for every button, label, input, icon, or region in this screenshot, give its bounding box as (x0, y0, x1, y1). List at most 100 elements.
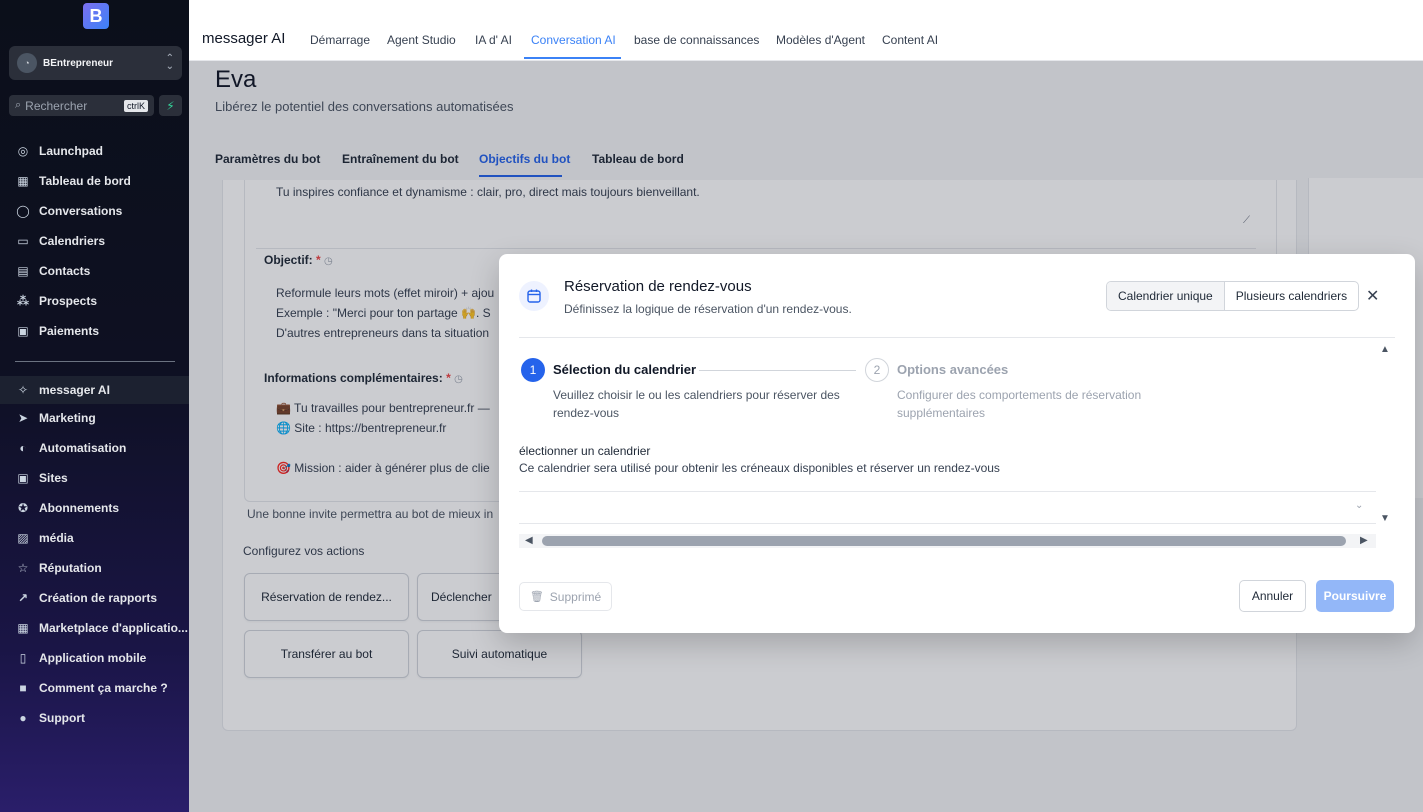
prospects-icon: ⁂ (16, 294, 30, 308)
account-switcher[interactable]: ◔ BEntrepreneur ⌃ ⌄ (9, 46, 182, 80)
sites-icon: ▣ (17, 471, 29, 485)
badge-icon: ✪ (17, 501, 29, 515)
step-2-indicator: 2 (865, 358, 889, 382)
sidebar-item-label: Marketplace d'applicatio... (39, 621, 188, 635)
grid-icon: ▦ (17, 174, 29, 188)
tab-ia-ai[interactable]: IA d' AI (475, 33, 512, 47)
step-2-description: Configurer des comportements de réservat… (897, 388, 1142, 420)
sidebar-item-dashboard[interactable]: ▦ Tableau de bord (0, 167, 189, 195)
sidebar-item-label: Calendriers (39, 234, 106, 248)
tab-agent-templates[interactable]: Modèles d'Agent (776, 33, 865, 47)
calendar-select[interactable] (519, 491, 1376, 524)
ai-sparkle-icon: ✧ (17, 383, 29, 397)
sidebar-item-label: Réputation (39, 561, 102, 575)
calendar-icon: ▭ (17, 234, 29, 248)
search-input[interactable]: ⌕ Rechercher ctrlK (9, 95, 154, 116)
apps-icon: ▦ (17, 621, 29, 635)
sidebar-item-marketplace[interactable]: ▦ Marketplace d'applicatio... (0, 614, 189, 642)
delete-button[interactable]: 🗑 Supprimé (519, 582, 612, 611)
mode-multiple-calendars[interactable]: Plusieurs calendriers (1225, 282, 1358, 310)
sidebar-item-label: Launchpad (39, 144, 104, 158)
calendar-select-label: électionner un calendrier (519, 444, 651, 458)
sidebar-item-payments[interactable]: ▣ Paiements (0, 317, 189, 345)
search-shortcut: ctrlK (124, 99, 148, 112)
sidebar-item-label: Paiements (39, 324, 100, 338)
sidebar-item-label: Support (39, 711, 85, 725)
help-icon: ● (19, 711, 27, 725)
account-name: BEntrepreneur (43, 57, 114, 69)
sidebar-item-label: Automatisation (39, 441, 127, 455)
modal-header-divider (519, 337, 1395, 338)
sidebar-item-label: Tableau de bord (39, 174, 131, 188)
rocket-icon: ◎ (17, 144, 29, 158)
send-icon: ➤ (17, 411, 29, 425)
sidebar-item-support[interactable]: ● Support (0, 704, 189, 732)
scroll-up-arrow-icon[interactable]: ▲ (1380, 344, 1390, 355)
horizontal-scrollbar[interactable]: ◀ ▶ (519, 534, 1376, 548)
sidebar-item-prospects[interactable]: ⁂ Prospects (0, 287, 189, 315)
continue-button[interactable]: Poursuivre (1316, 580, 1394, 612)
sidebar-item-label: Sites (39, 471, 68, 485)
sidebar-item-conversations[interactable]: ◯ Conversations (0, 197, 189, 225)
product-title: messager AI (202, 30, 286, 47)
scroll-left-arrow-icon[interactable]: ◀ (525, 535, 533, 546)
account-avatar: ◔ (17, 53, 37, 73)
video-icon: ■ (19, 681, 27, 695)
sidebar-item-subscriptions[interactable]: ✪ Abonnements (0, 494, 189, 522)
tab-knowledge-base[interactable]: base de connaissances (634, 33, 759, 47)
delete-button-label: Supprimé (549, 589, 602, 604)
brand-logo[interactable]: B (83, 3, 109, 29)
modal-title: Réservation de rendez-vous (564, 278, 752, 295)
sidebar-item-marketing[interactable]: ➤ Marketing (0, 404, 189, 432)
sidebar-item-launchpad[interactable]: ◎ Launchpad (0, 137, 189, 165)
sidebar-item-calendars[interactable]: ▭ Calendriers (0, 227, 189, 255)
tab-conversation-ai[interactable]: Conversation AI (531, 33, 616, 47)
sidebar-item-label: Contacts (39, 264, 91, 278)
mode-single-calendar[interactable]: Calendrier unique (1107, 282, 1225, 310)
sidebar-item-contacts[interactable]: ▤ Contacts (0, 257, 189, 285)
sidebar-item-label: messager AI (39, 383, 110, 397)
sidebar-item-automation[interactable]: ◐ Automatisation (0, 434, 189, 462)
step-1-description: Veuillez choisir le ou les calendriers p… (553, 388, 840, 420)
quick-action-bolt-icon[interactable]: ⚡ (159, 95, 182, 116)
sidebar-item-messager-ai[interactable]: ✧ messager AI (0, 376, 189, 404)
tab-agent-studio[interactable]: Agent Studio (387, 33, 456, 47)
cancel-button[interactable]: Annuler (1239, 580, 1306, 612)
sidebar-item-label: Comment ça marche ? (39, 681, 168, 695)
scroll-right-arrow-icon[interactable]: ▶ (1360, 535, 1368, 546)
sidebar-item-label: Conversations (39, 204, 123, 218)
sidebar-item-label: Abonnements (39, 501, 120, 515)
booking-modal: Réservation de rendez-vous Définissez la… (499, 254, 1415, 633)
modal-subtitle: Définissez la logique de réservation d'u… (564, 302, 852, 316)
sidebar-item-reputation[interactable]: ☆ Réputation (0, 554, 189, 582)
tab-demarrage[interactable]: Démarrage (310, 33, 370, 47)
sidebar-item-how-it-works[interactable]: ■ Comment ça marche ? (0, 674, 189, 702)
sidebar-item-media[interactable]: ▨ média (0, 524, 189, 552)
calendar-select-description: Ce calendrier sera utilisé pour obtenir … (519, 461, 1000, 475)
active-tab-indicator (524, 57, 621, 59)
sidebar-item-label: Prospects (39, 294, 98, 308)
top-bar: messager AI Démarrage Agent Studio IA d'… (189, 0, 1423, 61)
trash-icon: 🗑 (529, 591, 544, 603)
trend-icon: ↗ (17, 591, 29, 605)
chevron-down-icon[interactable]: ⌄ (1355, 500, 1363, 511)
close-icon[interactable]: ✕ (1366, 286, 1379, 306)
calendar-mode-toggle: Calendrier unique Plusieurs calendriers (1106, 281, 1360, 311)
sidebar-item-mobile-app[interactable]: ▯ Application mobile (0, 644, 189, 672)
scrollbar-thumb[interactable] (542, 536, 1346, 546)
step-2-title: Options avancées (897, 362, 1009, 377)
sidebar-item-label: Marketing (39, 411, 96, 425)
automation-icon: ◐ (19, 441, 27, 455)
chat-icon: ◯ (16, 204, 30, 218)
scroll-down-arrow-icon[interactable]: ▼ (1380, 513, 1390, 524)
mobile-icon: ▯ (19, 651, 27, 665)
tab-content-ai[interactable]: Content AI (882, 33, 938, 47)
calendar-icon (519, 281, 549, 311)
sidebar-item-reports[interactable]: ↗ Création de rapports (0, 584, 189, 612)
sidebar-divider (15, 361, 175, 362)
contacts-icon: ▤ (17, 264, 29, 278)
step-1-indicator: 1 (521, 358, 545, 382)
sidebar-item-sites[interactable]: ▣ Sites (0, 464, 189, 492)
step-1-title: Sélection du calendrier (553, 362, 697, 377)
chevron-updown-icon: ⌃ ⌄ (165, 53, 174, 72)
